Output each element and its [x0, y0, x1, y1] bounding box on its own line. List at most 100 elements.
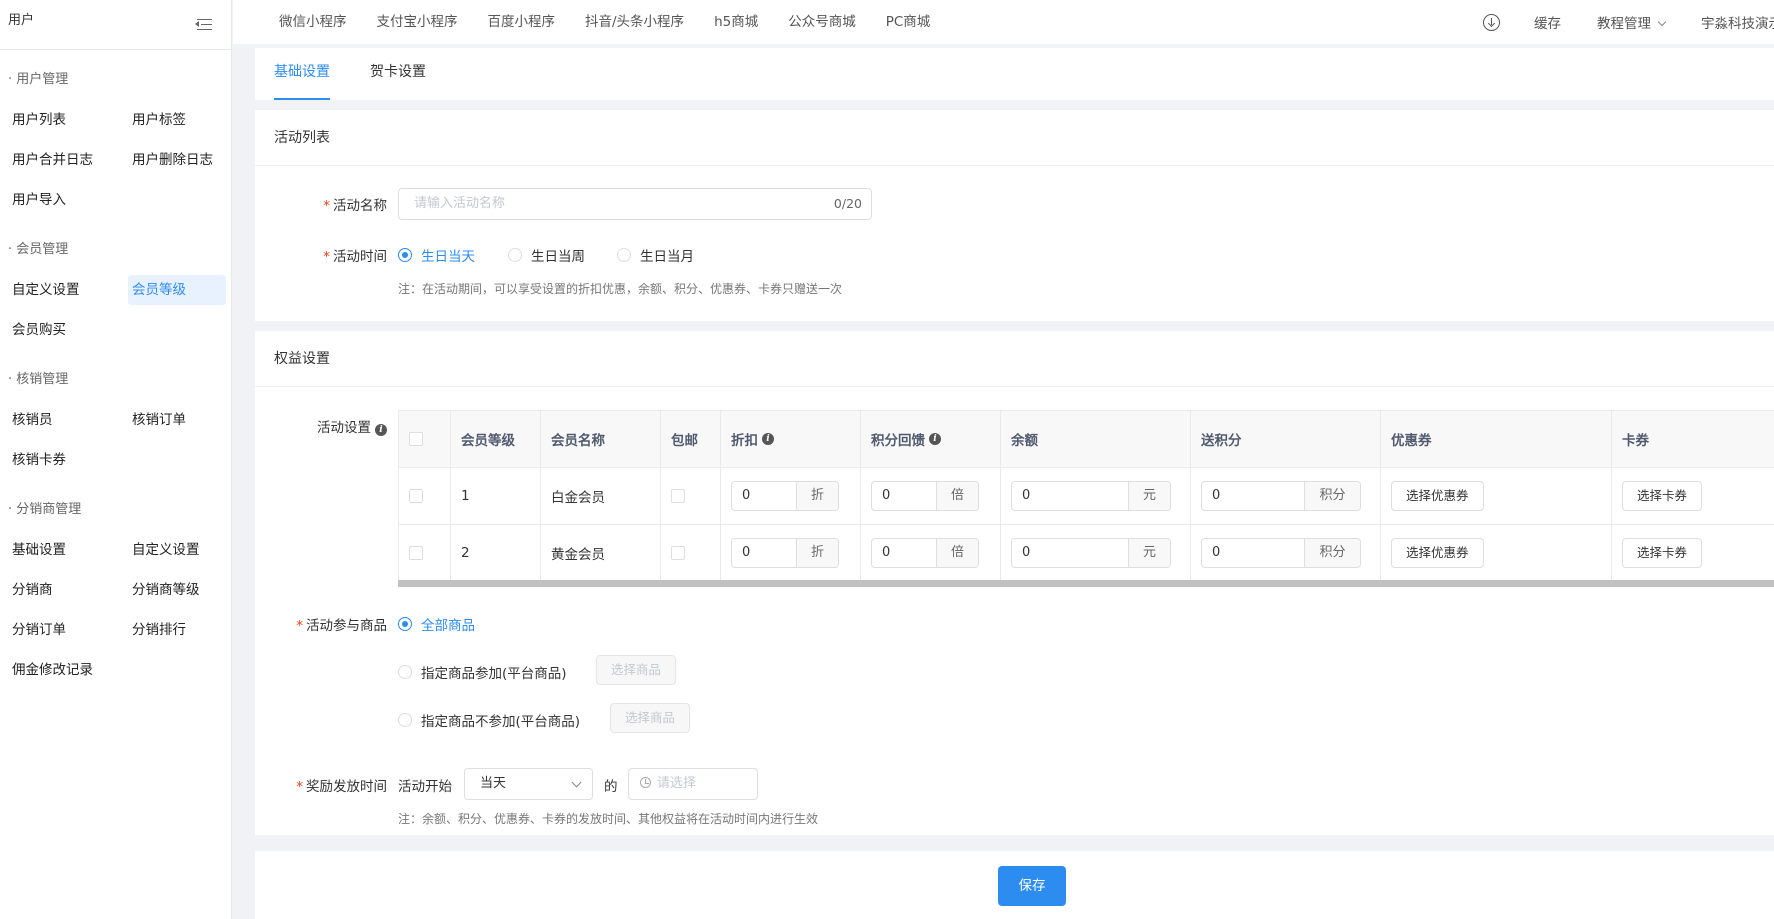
- activity-name-counter: 0/20: [833, 196, 862, 211]
- menu-verifier[interactable]: 核销员: [8, 405, 106, 435]
- table-header: 会员等级 会员名称 包邮 折扣 i 积分回馈 i 余额 送积分 优惠券 卡券: [399, 411, 1774, 468]
- radio-birthday-day[interactable]: 生日当天: [398, 245, 475, 265]
- reward-of-text: 的: [604, 779, 618, 795]
- menu-user-delete-log[interactable]: 用户删除日志: [128, 145, 226, 175]
- menu-verify-cards[interactable]: 核销卡券: [8, 445, 106, 475]
- info-icon: i: [929, 433, 941, 445]
- goods-label: * 活动参与商品: [296, 618, 387, 634]
- radio-birthday-month[interactable]: 生日当月: [617, 245, 694, 265]
- row-checkbox[interactable]: [409, 489, 423, 503]
- nav-pc-mall[interactable]: PC商城: [886, 10, 931, 30]
- sidebar-header: 用户: [0, 0, 231, 50]
- nav-official-mall[interactable]: 公众号商城: [788, 10, 856, 30]
- select-card-button[interactable]: 选择卡券: [1622, 538, 1703, 568]
- nav-wechat-mini[interactable]: 微信小程序: [279, 10, 347, 30]
- user-name[interactable]: 宇淼科技演示: [1701, 12, 1774, 32]
- reward-time-label: * 奖励发放时间: [296, 779, 387, 795]
- col-balance: 余额: [1001, 411, 1191, 467]
- activity-card-title: 活动列表: [255, 110, 1774, 166]
- table-row: 2 黄金会员 0折 0倍 0元 0 积分 选择优惠券 选择卡券: [399, 525, 1774, 582]
- radio-include-goods[interactable]: 指定商品参加(平台商品): [398, 662, 567, 682]
- menu-user-import[interactable]: 用户导入: [8, 185, 106, 215]
- menu-dist-basic[interactable]: 基础设置: [8, 535, 106, 565]
- tutorial-menu[interactable]: 教程管理: [1597, 12, 1667, 32]
- footer-bar: 保存: [255, 851, 1774, 919]
- table-row: 1 白金会员 0折 0倍 0元 0 积分 选择优惠券 选择卡券: [399, 468, 1774, 525]
- group-title-member: · 会员管理: [8, 242, 69, 257]
- discount-input[interactable]: 0折: [731, 538, 839, 568]
- col-discount: 折扣 i: [721, 411, 861, 467]
- menu-dist-custom[interactable]: 自定义设置: [128, 535, 226, 565]
- tutorial-label: 教程管理: [1597, 16, 1651, 32]
- activity-time-note: 注：在活动期间，可以享受设置的折扣优惠，余额、积分、优惠券、卡券只赠送一次: [398, 282, 843, 296]
- reward-day-select[interactable]: 当天: [464, 768, 593, 800]
- cell-level: 2: [451, 525, 541, 581]
- select-coupon-button[interactable]: 选择优惠券: [1391, 538, 1484, 568]
- radio-birthday-week[interactable]: 生日当周: [508, 245, 585, 265]
- menu-dist-orders[interactable]: 分销订单: [8, 615, 106, 645]
- balance-input[interactable]: 0元: [1011, 481, 1171, 511]
- tabs: 基础设置 贺卡设置: [255, 48, 1774, 100]
- menu-verify-orders[interactable]: 核销订单: [128, 405, 226, 435]
- col-name: 会员名称: [541, 411, 661, 467]
- cache-button[interactable]: 缓存: [1534, 12, 1561, 32]
- reward-note: 注：余额、积分、优惠券、卡券的发放时间、其他权益将在活动时间内进行生效: [398, 812, 819, 826]
- reward-time-picker[interactable]: 请选择: [628, 768, 758, 800]
- group-title-verify: · 核销管理: [8, 372, 69, 387]
- nav-h5-mall[interactable]: h5商城: [714, 10, 758, 30]
- menu-member-purchase[interactable]: 会员购买: [8, 315, 106, 345]
- points-back-input[interactable]: 0倍: [871, 538, 979, 568]
- select-goods-button[interactable]: 选择商品: [610, 703, 691, 733]
- select-goods-button[interactable]: 选择商品: [596, 655, 677, 685]
- free-shipping-checkbox[interactable]: [671, 546, 685, 560]
- activity-settings-label: 活动设置 i: [257, 416, 387, 436]
- col-card: 卡券: [1622, 433, 1649, 449]
- table-horizontal-scrollbar[interactable]: [398, 580, 1774, 587]
- radio-all-goods[interactable]: 全部商品: [398, 614, 475, 634]
- sidebar: 用户 · 用户管理 用户列表 用户标签 用户合并日志 用户删除日志 用户导入 ·…: [0, 0, 232, 919]
- save-button[interactable]: 保存: [998, 866, 1066, 906]
- select-coupon-button[interactable]: 选择优惠券: [1391, 481, 1484, 511]
- menu-member-custom[interactable]: 自定义设置: [8, 275, 106, 305]
- nav-baidu-mini[interactable]: 百度小程序: [488, 10, 556, 30]
- give-points-input[interactable]: 0 积分: [1201, 481, 1361, 511]
- menu-distributor[interactable]: 分销商: [8, 575, 106, 605]
- menu-dist-ranking[interactable]: 分销排行: [128, 615, 226, 645]
- menu-member-level[interactable]: 会员等级: [128, 275, 226, 305]
- activity-name-label: * 活动名称: [323, 198, 387, 214]
- activity-time-label: * 活动时间: [323, 249, 387, 265]
- group-title-user: · 用户管理: [8, 72, 69, 87]
- menu-user-tags[interactable]: 用户标签: [128, 105, 226, 135]
- col-coupon: 优惠券: [1381, 411, 1612, 467]
- download-icon[interactable]: [1483, 13, 1500, 31]
- discount-input[interactable]: 0折: [731, 481, 839, 511]
- cell-name: 黄金会员: [541, 525, 661, 581]
- select-all-checkbox[interactable]: [409, 432, 423, 446]
- menu-user-list[interactable]: 用户列表: [8, 105, 106, 135]
- tab-basic-settings[interactable]: 基础设置: [274, 48, 330, 100]
- menu-dist-level[interactable]: 分销商等级: [128, 575, 226, 605]
- top-bar: 微信小程序 支付宝小程序 百度小程序 抖音/头条小程序 h5商城 公众号商城 P…: [233, 0, 1774, 44]
- radio-exclude-goods[interactable]: 指定商品不参加(平台商品): [398, 710, 580, 730]
- points-back-input[interactable]: 0倍: [871, 481, 979, 511]
- give-points-input[interactable]: 0 积分: [1201, 538, 1361, 568]
- free-shipping-checkbox[interactable]: [671, 489, 685, 503]
- col-points-back: 积分回馈 i: [861, 411, 1001, 467]
- menu-commission-log[interactable]: 佣金修改记录: [8, 655, 106, 685]
- col-level: 会员等级: [451, 411, 541, 467]
- nav-alipay-mini[interactable]: 支付宝小程序: [377, 10, 458, 30]
- reward-prefix: 活动开始: [398, 779, 452, 795]
- cell-level: 1: [451, 468, 541, 524]
- cell-name: 白金会员: [541, 468, 661, 524]
- row-checkbox[interactable]: [409, 546, 423, 560]
- collapse-menu-icon[interactable]: [193, 16, 213, 34]
- sidebar-title: 用户: [8, 13, 35, 28]
- menu-user-merge-log[interactable]: 用户合并日志: [8, 145, 106, 175]
- select-card-button[interactable]: 选择卡券: [1622, 481, 1703, 511]
- nav-douyin-mini[interactable]: 抖音/头条小程序: [585, 10, 684, 30]
- balance-input[interactable]: 0元: [1011, 538, 1171, 568]
- col-free-shipping: 包邮: [661, 411, 721, 467]
- activity-name-input[interactable]: 请输入活动名称 0/20: [398, 188, 872, 220]
- tab-card-settings[interactable]: 贺卡设置: [370, 48, 426, 100]
- info-icon: i: [762, 433, 774, 445]
